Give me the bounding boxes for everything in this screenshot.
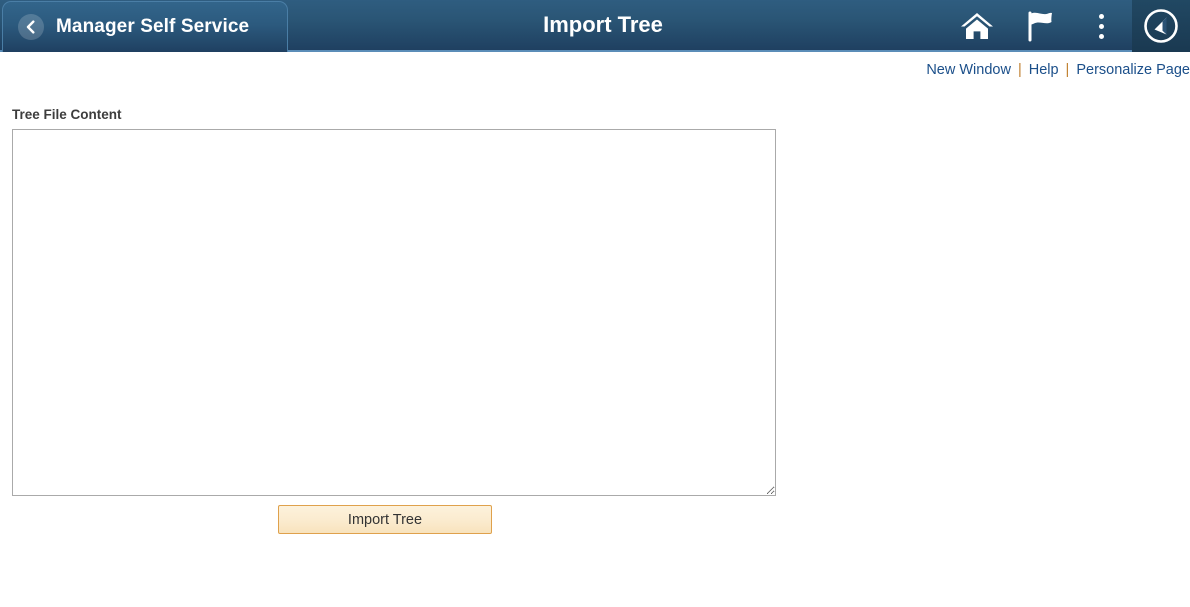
menu-dot	[1098, 23, 1104, 29]
personalize-page-link[interactable]: Personalize Page	[1076, 62, 1190, 78]
menu-dot	[1098, 13, 1104, 19]
tree-file-content-input[interactable]	[12, 129, 776, 496]
import-tree-button[interactable]: Import Tree	[278, 505, 492, 534]
link-separator: |	[1017, 62, 1022, 78]
actions-menu-icon[interactable]	[1070, 0, 1132, 52]
chevron-left-icon	[18, 14, 44, 40]
header-icon-group	[946, 0, 1190, 52]
tree-file-content-label: Tree File Content	[12, 107, 122, 122]
help-link[interactable]: Help	[1029, 62, 1059, 78]
page-links-bar: New Window | Help | Personalize Page	[896, 58, 1190, 82]
back-breadcrumb-button[interactable]: Manager Self Service	[2, 1, 288, 52]
navbar-compass-icon[interactable]	[1132, 0, 1190, 52]
back-breadcrumb-label: Manager Self Service	[56, 16, 250, 37]
flag-icon[interactable]	[1008, 0, 1070, 52]
link-separator: |	[1065, 62, 1070, 78]
app-header: Manager Self Service Import Tree	[0, 0, 1190, 52]
home-icon[interactable]	[946, 0, 1008, 52]
page-title: Import Tree	[543, 12, 663, 37]
new-window-link[interactable]: New Window	[926, 62, 1011, 78]
menu-dot	[1098, 33, 1104, 39]
